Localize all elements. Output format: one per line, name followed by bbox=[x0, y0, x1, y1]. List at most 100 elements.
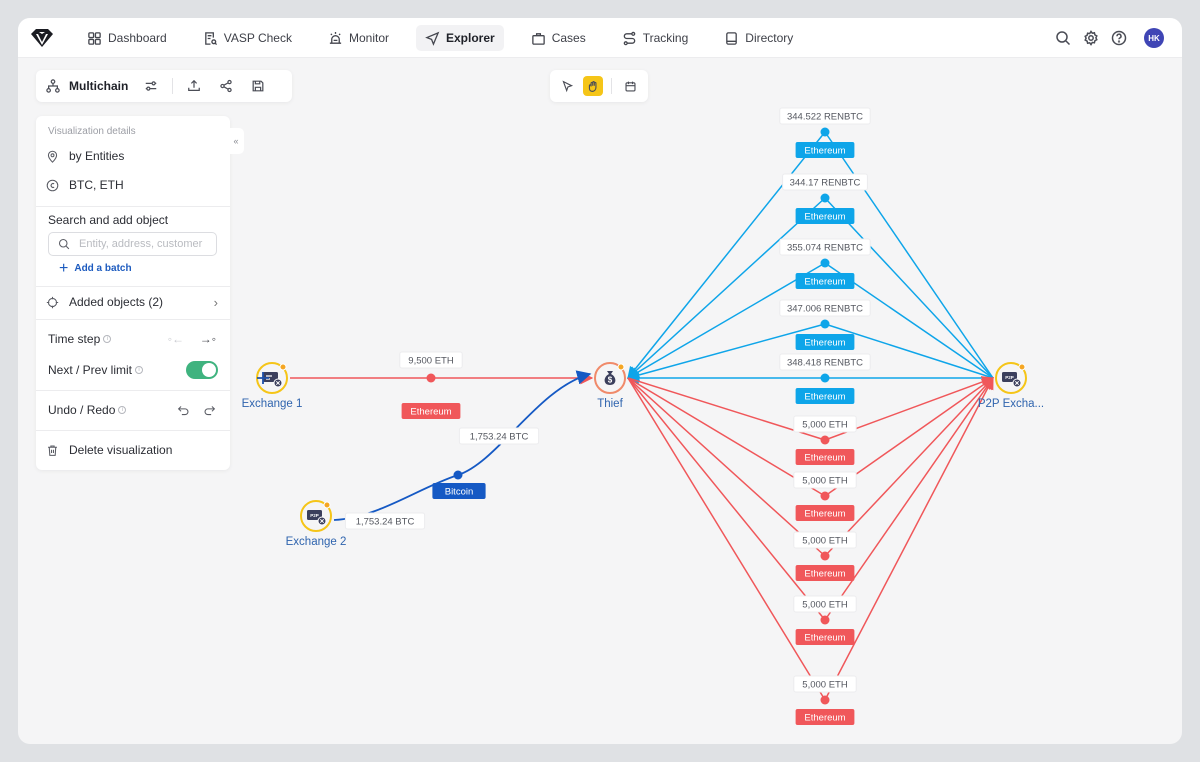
edge-dot bbox=[820, 695, 830, 705]
edge-chain-chip[interactable]: Ethereum bbox=[795, 142, 855, 158]
gear-icon bbox=[1084, 30, 1098, 46]
settings-button[interactable] bbox=[1080, 27, 1102, 49]
edge-chain-chip-text: Ethereum bbox=[804, 212, 845, 223]
edge-chain-chip[interactable]: Ethereum bbox=[795, 273, 855, 289]
coin-icon bbox=[46, 179, 59, 191]
currencies-row[interactable]: BTC, ETH bbox=[46, 178, 218, 192]
edge-dot bbox=[820, 435, 830, 445]
search-input[interactable] bbox=[79, 238, 209, 250]
visualization-details-panel: Visualization details by Entities BTC, E… bbox=[36, 116, 230, 470]
nav-directory[interactable]: Directory bbox=[715, 25, 802, 51]
calendar-icon bbox=[624, 81, 636, 92]
graph-node-thief[interactable]: $ Thief bbox=[594, 362, 626, 410]
pointer-icon bbox=[561, 79, 573, 92]
save-button[interactable] bbox=[247, 75, 269, 97]
export-button[interactable] bbox=[183, 75, 205, 97]
edge-chain-chip-text: Bitcoin bbox=[445, 487, 474, 498]
edge-dot bbox=[820, 258, 830, 268]
toolbar-divider bbox=[172, 78, 174, 94]
edge-chain-chip[interactable]: Ethereum bbox=[795, 208, 855, 224]
node-status-dot bbox=[617, 363, 625, 371]
added-objects-row[interactable]: Added objects (2) › bbox=[46, 295, 218, 310]
crosshair-icon bbox=[46, 296, 59, 308]
pan-mode-button[interactable] bbox=[583, 76, 603, 96]
interaction-mode-bar bbox=[550, 70, 648, 102]
filter-icon bbox=[146, 81, 157, 91]
time-step-forward-button[interactable]: →◦ bbox=[200, 332, 216, 346]
nav-monitor[interactable]: Monitor bbox=[319, 25, 398, 51]
edge-line bbox=[824, 377, 994, 557]
next-prev-limit-toggle[interactable] bbox=[186, 361, 218, 379]
currencies-label: BTC, ETH bbox=[69, 178, 124, 192]
edge-chain-chip[interactable]: Ethereum bbox=[795, 629, 855, 645]
edge-amount-label-text: 5,000 ETH bbox=[802, 420, 848, 431]
edge-amount-label-text: 5,000 ETH bbox=[802, 600, 848, 611]
info-icon: i bbox=[135, 366, 144, 374]
edge-amount-label: 5,000 ETH bbox=[793, 415, 857, 433]
select-mode-button[interactable] bbox=[557, 76, 577, 96]
edge-chain-chip-text: Ethereum bbox=[804, 569, 845, 580]
edge-dot bbox=[820, 319, 830, 329]
top-right-actions: HK bbox=[1046, 27, 1164, 49]
time-step-back-button[interactable]: ◦← bbox=[168, 332, 184, 346]
calendar-button[interactable] bbox=[620, 76, 640, 96]
node-status-dot bbox=[1018, 363, 1026, 371]
delete-visualization-row[interactable]: Delete visualization bbox=[46, 443, 218, 457]
edge-labels-layer: 9,500 ETH Ethereum 1,753.24 BTC 1,753.24 BT… bbox=[344, 107, 871, 725]
edge-chain-chip[interactable]: Ethereum bbox=[795, 505, 855, 521]
edge-chain-chip[interactable]: Ethereum bbox=[401, 403, 461, 419]
graph-node-ex1[interactable]: Exchange 1 bbox=[242, 362, 303, 410]
edge-chain-chip[interactable]: Ethereum bbox=[795, 388, 855, 404]
diamond-logo[interactable] bbox=[28, 26, 56, 50]
edge-amount-label: 5,000 ETH bbox=[793, 531, 857, 549]
by-entities-row[interactable]: by Entities bbox=[46, 149, 218, 163]
nav-vasp-check[interactable]: VASP Check bbox=[194, 25, 301, 51]
add-batch-link[interactable]: + Add a batch bbox=[59, 260, 132, 276]
node-label: Exchange 1 bbox=[242, 398, 303, 410]
nav-explorer[interactable]: Explorer bbox=[416, 25, 504, 51]
filter-button[interactable] bbox=[140, 75, 162, 97]
edge-amount-label: 1,753.24 BTC bbox=[344, 512, 426, 530]
nav-tracking[interactable]: Tracking bbox=[613, 25, 698, 51]
nav-cases[interactable]: Cases bbox=[522, 25, 595, 51]
search-button[interactable] bbox=[1052, 27, 1074, 49]
edge-line bbox=[627, 377, 826, 621]
redo-icon[interactable] bbox=[203, 404, 216, 417]
undo-redo-label: Undo / Redo bbox=[48, 403, 116, 417]
top-navigation-bar: Dashboard VASP Check Monitor Explorer Ca… bbox=[18, 18, 1182, 58]
share-button[interactable] bbox=[215, 75, 237, 97]
delete-visualization-label: Delete visualization bbox=[69, 443, 173, 457]
undo-icon[interactable] bbox=[177, 404, 190, 417]
nav-monitor-label: Monitor bbox=[348, 31, 389, 45]
edge-amount-label-text: 344.17 RENBTC bbox=[790, 178, 861, 189]
nav-dashboard-label: Dashboard bbox=[108, 31, 167, 45]
edge-chain-chip[interactable]: Ethereum bbox=[795, 334, 855, 350]
visualization-title: Multichain bbox=[69, 79, 129, 93]
nav-explorer-label: Explorer bbox=[446, 31, 495, 45]
edge-chain-chip[interactable]: Bitcoin bbox=[432, 483, 486, 499]
collapse-panel-button[interactable]: « bbox=[228, 128, 244, 154]
share-icon bbox=[220, 79, 233, 93]
edge-chain-chip-text: Ethereum bbox=[804, 633, 845, 644]
search-icon bbox=[1056, 31, 1071, 46]
node-status-dot bbox=[323, 501, 331, 509]
edge-amount-label: 355.074 RENBTC bbox=[779, 238, 871, 256]
edge-amount-label: 9,500 ETH bbox=[399, 351, 463, 369]
edge-chain-chip-text: Ethereum bbox=[804, 453, 845, 464]
search-field[interactable] bbox=[48, 232, 217, 256]
user-avatar[interactable]: HK bbox=[1144, 28, 1164, 48]
edge-amount-label-text: 5,000 ETH bbox=[802, 476, 848, 487]
panel-divider bbox=[36, 286, 230, 287]
nav-tracking-label: Tracking bbox=[642, 31, 689, 45]
briefcase-icon bbox=[531, 32, 545, 45]
edge-chain-chip[interactable]: Ethereum bbox=[795, 709, 855, 725]
nav-cases-label: Cases bbox=[551, 31, 586, 45]
edge-chain-chip[interactable]: Ethereum bbox=[795, 565, 855, 581]
nav-dashboard[interactable]: Dashboard bbox=[78, 25, 176, 51]
info-icon: i bbox=[118, 406, 127, 414]
help-button[interactable] bbox=[1108, 27, 1130, 49]
graph-node-ex2[interactable]: P2P Exchange 2 bbox=[286, 500, 347, 548]
search-icon bbox=[58, 238, 70, 250]
location-pin-icon bbox=[47, 150, 58, 163]
edge-chain-chip[interactable]: Ethereum bbox=[795, 449, 855, 465]
